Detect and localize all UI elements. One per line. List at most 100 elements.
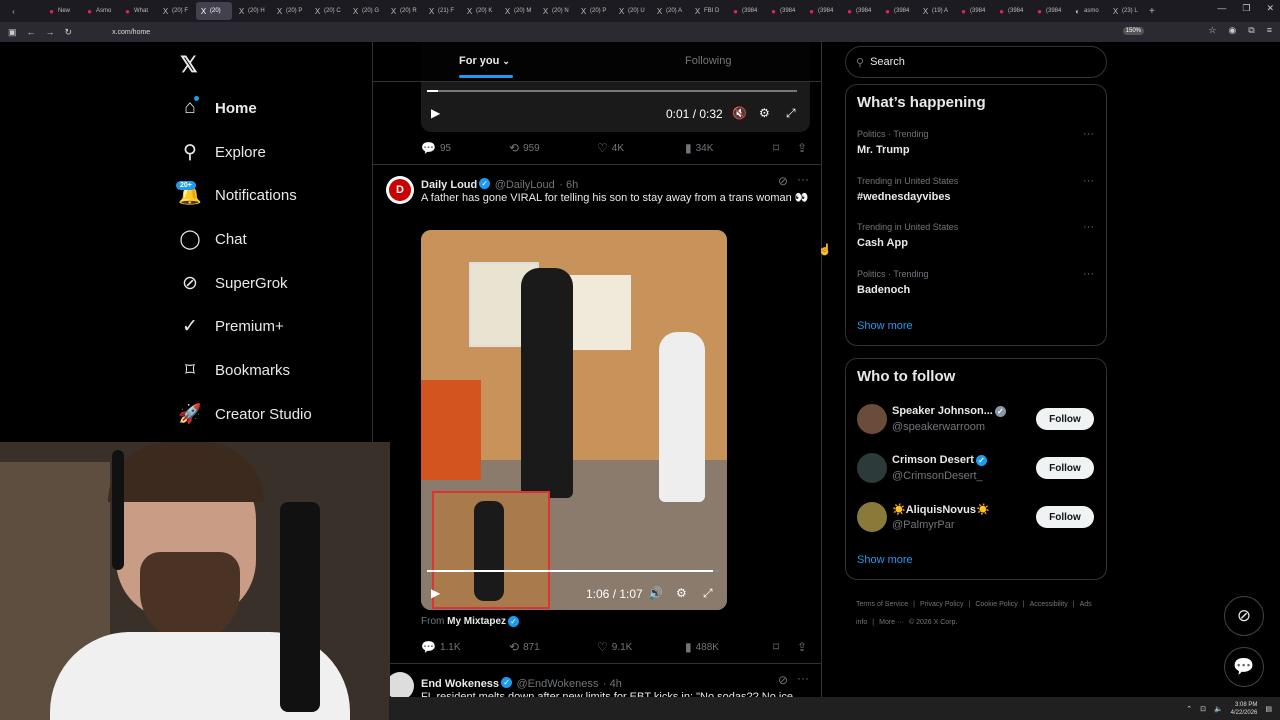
browser-tab[interactable]: X (20) M bbox=[500, 2, 536, 20]
post2-author[interactable]: Daily Loud bbox=[421, 179, 477, 191]
tray-chevron-icon[interactable]: ⌃ bbox=[1186, 705, 1192, 713]
post2-reply[interactable]: 💬 1.1K bbox=[421, 640, 461, 654]
tab-following[interactable]: Following bbox=[685, 55, 731, 67]
browser-tab[interactable]: ● (3984 bbox=[766, 2, 802, 20]
post1-mute-icon[interactable]: 🔇 bbox=[732, 106, 747, 120]
browser-tab[interactable]: X (20) P bbox=[576, 2, 612, 20]
browser-tab[interactable]: ◐ asmo bbox=[1070, 2, 1106, 20]
dailyloud-avatar[interactable]: D bbox=[386, 176, 414, 204]
sidebar-item-creator-studio[interactable]: 🚀 Creator Studio bbox=[178, 399, 312, 429]
trend-more-icon[interactable]: ··· bbox=[1083, 128, 1094, 140]
minimize-icon[interactable]: — bbox=[1217, 3, 1226, 14]
wtf-name[interactable]: Crimson Desert ✓ bbox=[892, 454, 987, 466]
footer-link[interactable]: Cookie Policy bbox=[975, 601, 1017, 608]
browser-tab[interactable]: ● (3984 bbox=[842, 2, 878, 20]
bookmark-star-icon[interactable]: ☆ bbox=[1208, 25, 1216, 36]
post1-play-icon[interactable]: ▶ bbox=[431, 106, 440, 120]
endwokeness-avatar[interactable] bbox=[386, 672, 414, 700]
browser-tab[interactable]: ● (3984 bbox=[994, 2, 1030, 20]
footer-link[interactable]: © 2026 X Corp. bbox=[909, 619, 957, 626]
browser-tab[interactable]: X (23) L bbox=[1108, 2, 1144, 20]
trend-name[interactable]: Badenoch bbox=[857, 284, 910, 296]
wtf-avatar[interactable] bbox=[857, 453, 887, 483]
search-input[interactable]: ⚲ Search bbox=[845, 46, 1107, 78]
browser-tab[interactable]: X (20) G bbox=[348, 2, 384, 20]
post2-video[interactable]: ▶ 1:06 / 1:07 🔊 ⚙ ⤢ bbox=[421, 230, 727, 610]
browser-tab[interactable]: X (21) F bbox=[424, 2, 460, 20]
sidebar-item-premium[interactable]: ✓ Premium+ bbox=[178, 311, 284, 341]
wtf-handle[interactable]: @CrimsonDesert_ bbox=[892, 470, 983, 482]
footer-link[interactable]: Accessibility bbox=[1030, 601, 1068, 608]
post2-views[interactable]: ▮ 488K bbox=[685, 640, 719, 654]
grok-icon[interactable]: ⊘ bbox=[778, 174, 788, 188]
post2-age[interactable]: · 6h bbox=[559, 179, 578, 191]
trend-name[interactable]: Mr. Trump bbox=[857, 144, 910, 156]
sidebar-item-chat[interactable]: ◯ Chat bbox=[178, 224, 246, 254]
messages-fab-icon[interactable]: 💬 bbox=[1224, 647, 1264, 687]
browser-tab[interactable]: X (20) K bbox=[462, 2, 498, 20]
forward-icon[interactable]: → bbox=[46, 27, 55, 37]
browser-tab[interactable]: ● (3984 bbox=[956, 2, 992, 20]
grok-icon[interactable]: ⊘ bbox=[778, 673, 788, 687]
post1-reply[interactable]: 💬 95 bbox=[421, 141, 451, 155]
browser-tab[interactable]: X (20) A bbox=[652, 2, 688, 20]
browser-tab[interactable]: X (20) H bbox=[234, 2, 270, 20]
wtf-handle[interactable]: @PalmyrPar bbox=[892, 519, 955, 531]
more-icon[interactable]: ··· bbox=[797, 172, 809, 186]
trends-show-more-link[interactable]: Show more bbox=[857, 320, 913, 332]
sidebar-item-supergrok[interactable]: ⊘ SuperGrok bbox=[178, 268, 288, 298]
browser-tab[interactable]: ● Asmo bbox=[82, 2, 118, 20]
post1-fullscreen-icon[interactable]: ⤢ bbox=[786, 106, 796, 121]
back-icon[interactable]: ← bbox=[27, 27, 36, 37]
wtf-show-more-link[interactable]: Show more bbox=[857, 554, 913, 566]
browser-tab[interactable]: X FBI D bbox=[690, 2, 726, 20]
post2-handle[interactable]: @DailyLoud bbox=[495, 179, 555, 191]
post2-play-icon[interactable]: ▶ bbox=[431, 586, 440, 600]
browser-tab[interactable]: X (19) A bbox=[918, 2, 954, 20]
browser-tab[interactable]: X (20) bbox=[196, 2, 232, 20]
browser-tab[interactable]: X (20) P bbox=[272, 2, 308, 20]
extensions-icon[interactable]: ⧉ bbox=[1248, 25, 1254, 36]
post1-like[interactable]: ♡ 4K bbox=[597, 141, 624, 155]
wtf-handle[interactable]: @speakerwarroom bbox=[892, 421, 985, 433]
volume-icon[interactable]: 🔈 bbox=[1214, 705, 1223, 713]
reload-icon[interactable]: ↻ bbox=[65, 27, 73, 38]
restore-icon[interactable]: ❐ bbox=[1242, 3, 1250, 14]
browser-tab[interactable]: X (20) N bbox=[538, 2, 574, 20]
post3-author[interactable]: End Wokeness bbox=[421, 678, 499, 690]
system-clock[interactable]: 3:08 PM 4/22/2026 bbox=[1231, 701, 1258, 717]
post1-share-icon[interactable]: ⇪ bbox=[797, 141, 807, 155]
wtf-avatar[interactable] bbox=[857, 404, 887, 434]
wtf-avatar[interactable] bbox=[857, 502, 887, 532]
sidebar-item-bookmarks[interactable]: ⌑ Bookmarks bbox=[178, 355, 290, 385]
trend-name[interactable]: Cash App bbox=[857, 237, 908, 249]
browser-tab[interactable]: ● (3984 bbox=[804, 2, 840, 20]
new-tab-icon[interactable]: + bbox=[1146, 2, 1162, 20]
follow-button[interactable]: Follow bbox=[1036, 457, 1094, 479]
browser-tab[interactable]: ● What bbox=[120, 2, 156, 20]
post2-share-icon[interactable]: ⇪ bbox=[797, 640, 807, 654]
grok-fab-icon[interactable]: ⊘ bbox=[1224, 596, 1264, 636]
from-source-name[interactable]: My Mixtapez bbox=[447, 616, 506, 627]
browser-tab[interactable]: ● (3984 bbox=[728, 2, 764, 20]
post2-repost[interactable]: ⟲ 871 bbox=[509, 640, 540, 654]
post2-volume-icon[interactable]: 🔊 bbox=[648, 586, 663, 600]
post3-handle[interactable]: @EndWokeness bbox=[517, 678, 599, 690]
network-icon[interactable]: ⊡ bbox=[1200, 705, 1206, 713]
browser-tab[interactable]: ‹ bbox=[6, 2, 42, 20]
footer-link[interactable]: Terms of Service bbox=[856, 601, 908, 608]
post3-age[interactable]: · 4h bbox=[603, 678, 622, 690]
browser-tab[interactable]: X (20) C bbox=[310, 2, 346, 20]
follow-button[interactable]: Follow bbox=[1036, 408, 1094, 430]
post2-bookmark-icon[interactable]: ⌑ bbox=[773, 640, 779, 654]
trend-more-icon[interactable]: ··· bbox=[1083, 175, 1094, 187]
account-icon[interactable]: ◉ bbox=[1228, 25, 1236, 36]
browser-tab[interactable]: X (20) R bbox=[386, 2, 422, 20]
zoom-indicator[interactable]: 150% bbox=[1122, 27, 1144, 35]
wtf-name[interactable]: Speaker Johnson... ✓ bbox=[892, 405, 1006, 417]
url-field[interactable]: x.com/home bbox=[112, 29, 150, 36]
follow-button[interactable]: Follow bbox=[1036, 506, 1094, 528]
trend-name[interactable]: #wednesdayvibes bbox=[857, 191, 951, 203]
wtf-name[interactable]: ☀️AliquisNovus☀️ bbox=[892, 503, 990, 516]
post2-settings-icon[interactable]: ⚙ bbox=[676, 586, 687, 600]
